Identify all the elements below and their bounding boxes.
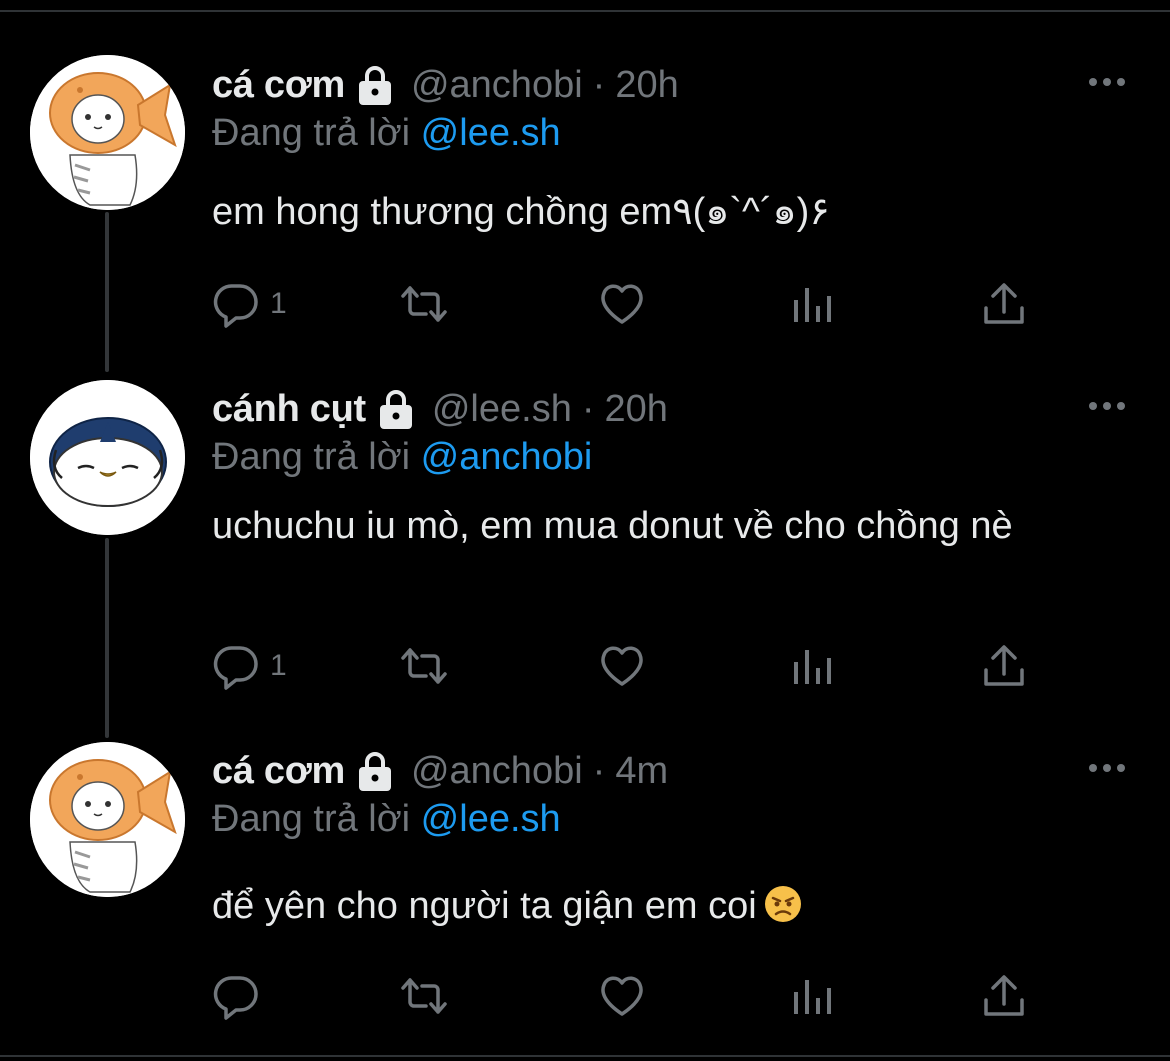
share-button[interactable] <box>980 970 1028 1022</box>
display-name[interactable]: cá cơm <box>212 750 345 793</box>
reply-icon <box>213 646 258 690</box>
avatar[interactable] <box>30 55 185 210</box>
analytics-button[interactable] <box>788 970 836 1022</box>
lock-icon <box>358 752 391 791</box>
mention-link[interactable]: @anchobi <box>421 436 593 478</box>
reply-button[interactable]: 1 <box>212 640 287 692</box>
like-button[interactable] <box>598 278 646 330</box>
replying-to-label: Đang trả lời <box>212 436 411 478</box>
thread-connector <box>105 538 109 738</box>
replying-to-label: Đang trả lời <box>212 798 411 840</box>
mention-link[interactable]: @lee.sh <box>421 112 561 154</box>
share-button[interactable] <box>980 278 1028 330</box>
tweet-actions <box>212 970 1052 1022</box>
like-button[interactable] <box>598 970 646 1022</box>
cat-in-fish-icon <box>30 742 185 897</box>
mention-link[interactable]: @lee.sh <box>421 798 561 840</box>
tweet-header: cá cơm @anchobi · 4m <box>212 746 668 796</box>
penguin-icon <box>30 380 185 535</box>
tweet-header: cánh cụt @lee.sh · 20h <box>212 384 668 434</box>
avatar[interactable] <box>30 742 185 897</box>
analytics-button[interactable] <box>788 278 836 330</box>
user-handle[interactable]: @anchobi <box>411 750 583 793</box>
tweet-text-content: để yên cho người ta giận em coi <box>212 885 757 927</box>
reply-count: 1 <box>270 649 287 682</box>
avatar[interactable] <box>30 380 185 535</box>
retweet-icon <box>401 648 447 684</box>
more-options-icon[interactable] <box>1085 396 1129 416</box>
separator: · <box>581 387 595 430</box>
heart-icon <box>601 284 643 324</box>
display-name[interactable]: cá cơm <box>212 64 345 107</box>
separator: · <box>592 63 606 106</box>
reply-count: 1 <box>270 287 287 320</box>
lock-icon <box>358 66 391 105</box>
retweet-icon <box>401 978 447 1014</box>
analytics-icon <box>794 288 831 322</box>
share-button[interactable] <box>980 640 1028 692</box>
retweet-button[interactable] <box>400 640 448 692</box>
user-handle[interactable]: @lee.sh <box>432 388 572 431</box>
angry-face-icon <box>764 886 801 922</box>
share-icon <box>984 283 1024 324</box>
tweet-actions: 1 <box>212 640 1052 692</box>
like-button[interactable] <box>598 640 646 692</box>
tweet-actions: 1 <box>212 278 1052 330</box>
analytics-button[interactable] <box>788 640 836 692</box>
tweet-header: cá cơm @anchobi · 20h <box>212 60 679 110</box>
cat-in-fish-icon <box>30 55 185 210</box>
replying-to: Đang trả lời @lee.sh <box>212 112 561 155</box>
separator: · <box>592 749 606 792</box>
tweet-text: em hong thương chồng em٩(๑`^´๑)۶ <box>212 191 830 233</box>
replying-to: Đang trả lời @anchobi <box>212 436 592 479</box>
share-icon <box>984 975 1024 1016</box>
analytics-icon <box>794 980 831 1014</box>
share-icon <box>984 645 1024 686</box>
reply-icon <box>213 976 258 1020</box>
tweet-text: để yên cho người ta giận em coi <box>212 880 1112 932</box>
timestamp[interactable]: 20h <box>615 64 678 107</box>
reply-button[interactable]: 1 <box>212 278 287 330</box>
more-options-icon[interactable] <box>1085 758 1129 778</box>
heart-icon <box>601 976 643 1016</box>
more-options-icon[interactable] <box>1085 72 1129 92</box>
timestamp[interactable]: 4m <box>615 750 668 793</box>
retweet-icon <box>401 286 447 322</box>
lock-icon <box>379 390 412 429</box>
timestamp[interactable]: 20h <box>605 388 668 431</box>
replying-to-label: Đang trả lời <box>212 112 411 154</box>
thread-connector <box>105 212 109 372</box>
analytics-icon <box>794 650 831 684</box>
retweet-button[interactable] <box>400 278 448 330</box>
tweet-text: uchuchu iu mò, em mua donut về cho chồng… <box>212 505 1013 547</box>
display-name[interactable]: cánh cụt <box>212 388 366 431</box>
heart-icon <box>601 646 643 686</box>
retweet-button[interactable] <box>400 970 448 1022</box>
reply-icon <box>213 284 258 328</box>
top-divider <box>0 0 1170 12</box>
user-handle[interactable]: @anchobi <box>411 64 583 107</box>
bottom-divider <box>0 1055 1170 1057</box>
reply-button[interactable] <box>212 970 270 1022</box>
replying-to: Đang trả lời @lee.sh <box>212 798 561 841</box>
